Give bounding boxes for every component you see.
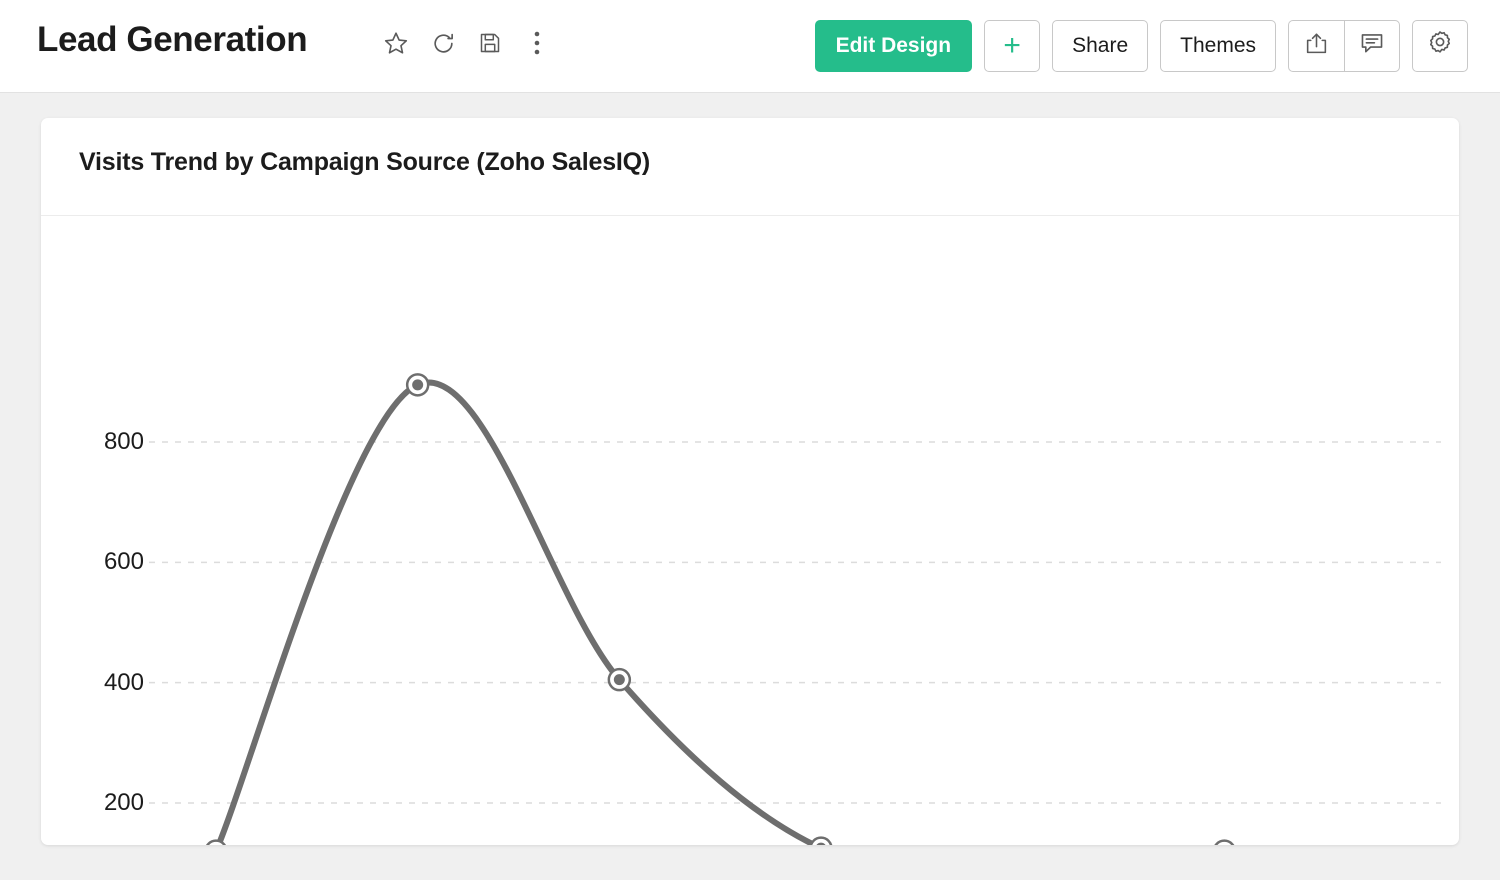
chart-line-series xyxy=(215,379,822,845)
edit-design-button[interactable]: Edit Design xyxy=(814,20,973,72)
y-axis-tick-label: 200 xyxy=(103,789,144,816)
settings-button[interactable] xyxy=(1412,20,1468,72)
app-header: Lead Generation Edit Design + Share Them… xyxy=(0,0,1500,93)
line-chart-svg xyxy=(149,373,1441,845)
plus-icon: + xyxy=(1003,29,1021,62)
save-icon[interactable] xyxy=(477,28,503,58)
chart-title: Visits Trend by Campaign Source (Zoho Sa… xyxy=(79,148,651,176)
chart-plot-area[interactable]: 200400600800 Aug 2020Sep 2020Oct 2020Nov… xyxy=(41,216,1459,845)
export-comment-group xyxy=(1288,20,1400,72)
comment-icon xyxy=(1359,30,1385,62)
data-point-marker[interactable] xyxy=(205,839,227,845)
page-title: Lead Generation xyxy=(37,20,308,59)
more-options-icon[interactable] xyxy=(524,28,550,58)
add-button[interactable]: + xyxy=(984,20,1041,72)
gear-icon xyxy=(1426,29,1454,63)
themes-button[interactable]: Themes xyxy=(1160,20,1276,72)
title-action-icons xyxy=(383,28,550,58)
y-axis-tick-label: 600 xyxy=(103,548,144,576)
data-point-marker[interactable] xyxy=(1214,839,1235,845)
export-button[interactable] xyxy=(1288,20,1344,72)
share-button[interactable]: Share xyxy=(1052,20,1149,72)
y-axis-tick-label: 800 xyxy=(103,428,144,455)
data-point-dot[interactable] xyxy=(613,674,625,686)
chart-card: Visits Trend by Campaign Source (Zoho Sa… xyxy=(41,118,1459,845)
favorite-star-icon[interactable] xyxy=(383,28,409,58)
y-axis-tick-label: 400 xyxy=(103,668,144,696)
header-toolbar: Edit Design + Share Themes xyxy=(814,20,1468,72)
export-upload-icon xyxy=(1304,31,1329,62)
chart-data-markers[interactable] xyxy=(205,373,1437,845)
refresh-icon[interactable] xyxy=(430,28,456,58)
data-point-dot[interactable] xyxy=(412,379,424,391)
comment-button[interactable] xyxy=(1344,20,1400,72)
